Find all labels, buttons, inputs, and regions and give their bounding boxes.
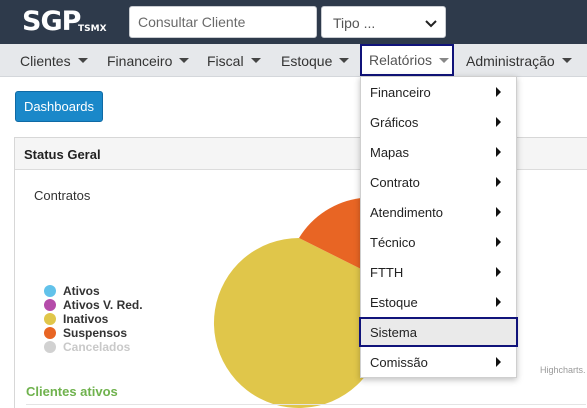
- legend-label: Ativos V. Red.: [63, 298, 143, 312]
- menu-item-comissao[interactable]: Comissão: [361, 347, 516, 377]
- menu-item-label: Sistema: [370, 324, 417, 340]
- caret-right-icon: [496, 147, 501, 157]
- legend-dot: [44, 313, 56, 325]
- menu-item-sistema[interactable]: Sistema: [359, 317, 518, 347]
- divider: [26, 404, 586, 405]
- menu-item-ftth[interactable]: FTTH: [361, 257, 516, 287]
- legend-label: Inativos: [63, 312, 109, 326]
- menu-item-graficos[interactable]: Gráficos: [361, 107, 516, 137]
- legend-item-cancelados[interactable]: Cancelados: [44, 340, 143, 354]
- legend-label: Ativos: [63, 284, 100, 298]
- menu-item-label: Financeiro: [370, 84, 431, 100]
- legend-label: Cancelados: [63, 340, 131, 354]
- legend-dot: [44, 327, 56, 339]
- caret-right-icon: [496, 297, 501, 307]
- menu-item-estoque[interactable]: Estoque: [361, 287, 516, 317]
- menu-item-label: Mapas: [370, 144, 410, 160]
- menu-item-label: Comissão: [370, 354, 428, 370]
- caret-right-icon: [496, 237, 501, 247]
- menu-item-label: Gráficos: [370, 114, 419, 130]
- legend-label: Suspensos: [63, 326, 128, 340]
- caret-right-icon: [496, 267, 501, 277]
- menu-item-label: Estoque: [370, 294, 418, 310]
- caret-right-icon: [496, 207, 501, 217]
- legend-item-ativos-v-red[interactable]: Ativos V. Red.: [44, 298, 143, 312]
- legend-dot: [44, 341, 56, 353]
- menu-item-label: Técnico: [370, 234, 416, 250]
- legend-item-suspensos[interactable]: Suspensos: [44, 326, 143, 340]
- legend-dot: [44, 285, 56, 297]
- menu-item-mapas[interactable]: Mapas: [361, 137, 516, 167]
- relatorios-dropdown-menu: Financeiro Gráficos Mapas Contrato Atend…: [359, 76, 518, 378]
- caret-right-icon: [496, 87, 501, 97]
- chart-legend: Ativos Ativos V. Red. Inativos Suspensos…: [44, 284, 143, 354]
- menu-item-label: Atendimento: [370, 204, 443, 220]
- section-title: Clientes ativos: [26, 384, 118, 399]
- menu-item-financeiro[interactable]: Financeiro: [361, 77, 516, 107]
- caret-right-icon: [496, 117, 501, 127]
- legend-item-inativos[interactable]: Inativos: [44, 312, 143, 326]
- caret-right-icon: [496, 177, 501, 187]
- menu-item-label: Contrato: [370, 174, 420, 190]
- legend-dot: [44, 299, 56, 311]
- legend-item-ativos[interactable]: Ativos: [44, 284, 143, 298]
- menu-item-label: FTTH: [370, 264, 404, 280]
- menu-item-contrato[interactable]: Contrato: [361, 167, 516, 197]
- chart-credits-link[interactable]: Highcharts.: [540, 365, 586, 375]
- menu-item-atendimento[interactable]: Atendimento: [361, 197, 516, 227]
- caret-right-icon: [496, 357, 501, 367]
- menu-item-tecnico[interactable]: Técnico: [361, 227, 516, 257]
